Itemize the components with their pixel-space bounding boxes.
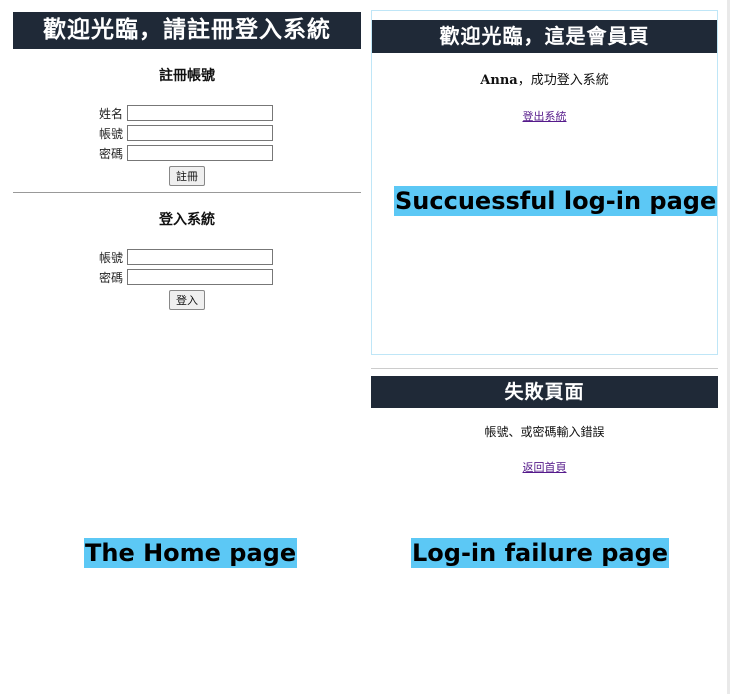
register-password-input[interactable] — [127, 145, 273, 161]
back-home-link[interactable]: 返回首頁 — [523, 461, 567, 474]
failure-message: 帳號、或密碼輸入錯誤 — [484, 425, 605, 439]
login-password-input[interactable] — [127, 269, 273, 285]
failure-page-panel: 失敗頁面 帳號、或密碼輸入錯誤 返回首頁 — [371, 376, 718, 475]
register-account-label: 帳號 — [98, 126, 123, 141]
caption-home-page: The Home page — [84, 538, 298, 568]
success-message-text: ，成功登入系統 — [517, 73, 609, 88]
success-message: Anna，成功登入系統 — [372, 69, 717, 88]
login-form: 帳號 密碼 登入 — [13, 247, 361, 310]
success-page-panel: 歡迎光臨，這是會員頁 Anna，成功登入系統 登出系統 — [371, 10, 718, 355]
register-name-label: 姓名 — [98, 106, 123, 121]
login-button[interactable]: 登入 — [169, 290, 205, 310]
caption-failure-page: Log-in failure page — [411, 538, 670, 568]
login-title: 登入系統 — [159, 212, 215, 228]
register-form: 姓名 帳號 密碼 註冊 — [13, 103, 361, 186]
logout-link[interactable]: 登出系統 — [523, 110, 567, 123]
success-banner: 歡迎光臨，這是會員頁 — [372, 20, 717, 53]
register-account-row: 帳號 — [0, 123, 361, 143]
login-password-row: 密碼 — [0, 267, 361, 287]
failure-top-divider — [371, 368, 718, 369]
failure-banner: 失敗頁面 — [371, 376, 718, 408]
user-name: Anna — [480, 73, 518, 88]
register-password-row: 密碼 — [0, 143, 361, 163]
home-page-panel: 歡迎光臨，請註冊登入系統 註冊帳號 姓名 帳號 密碼 註冊 登入系統 帳號 密碼 — [13, 12, 361, 310]
login-account-input[interactable] — [127, 249, 273, 265]
home-banner: 歡迎光臨，請註冊登入系統 — [13, 12, 361, 49]
login-password-label: 密碼 — [98, 270, 123, 285]
register-title: 註冊帳號 — [159, 68, 215, 84]
login-account-row: 帳號 — [0, 247, 361, 267]
register-password-label: 密碼 — [98, 146, 123, 161]
register-account-input[interactable] — [127, 125, 273, 141]
section-divider — [13, 192, 361, 193]
register-name-row: 姓名 — [0, 103, 361, 123]
register-name-input[interactable] — [127, 105, 273, 121]
register-button[interactable]: 註冊 — [169, 166, 205, 186]
login-account-label: 帳號 — [98, 250, 123, 265]
caption-success-page: Succuessful log-in page — [394, 186, 718, 216]
